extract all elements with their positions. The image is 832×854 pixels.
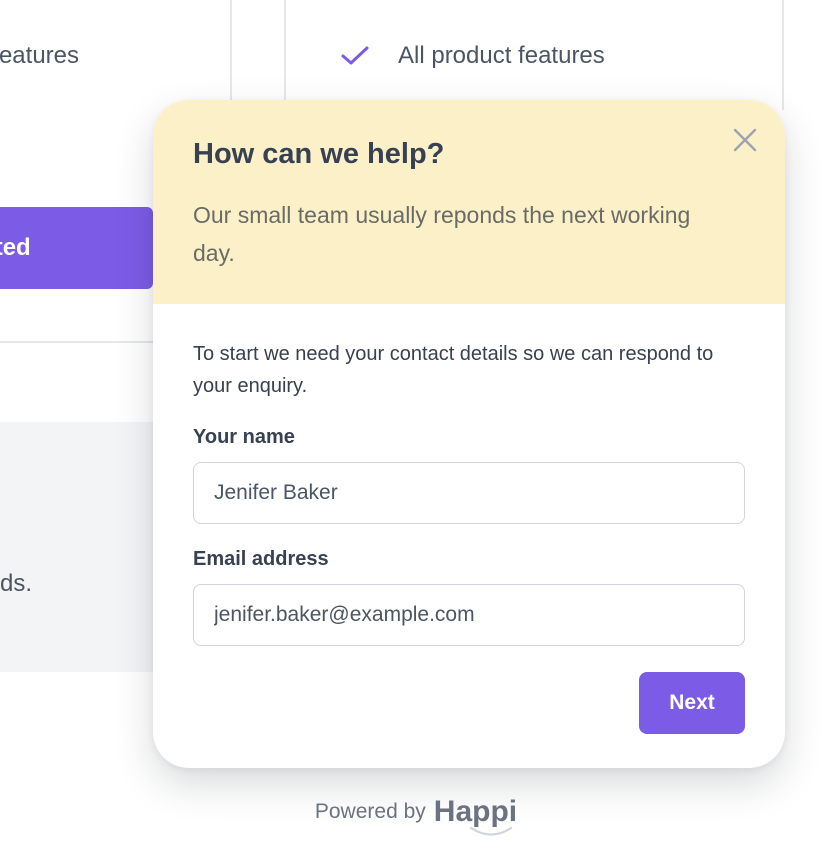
powered-by-label: Powered by	[314, 800, 426, 823]
column-divider-right	[782, 0, 784, 110]
widget-subtitle: Our small team usually reponds the next …	[193, 202, 691, 266]
page-background: features All product features Get starte…	[0, 0, 832, 854]
widget-header: How can we help? Our small team usually …	[153, 100, 785, 304]
name-input[interactable]	[193, 462, 745, 524]
brand-logo: Happi	[433, 795, 518, 836]
help-widget: How can we help? Our small team usually …	[153, 100, 785, 768]
smile-icon	[469, 826, 512, 836]
next-button[interactable]: Next	[639, 672, 745, 734]
feature-item-label: All product features	[398, 42, 605, 69]
widget-intro-text: To start we need your contact details so…	[193, 343, 714, 397]
email-label: Email address	[193, 548, 329, 570]
brand-name: Happi	[433, 795, 518, 828]
grey-panel-text: ds.	[0, 570, 33, 597]
close-icon	[733, 128, 757, 152]
close-button[interactable]	[729, 124, 761, 156]
feature-item: All product features	[340, 38, 605, 74]
email-input[interactable]	[193, 584, 745, 646]
name-label: Your name	[193, 426, 295, 448]
check-icon	[341, 46, 369, 65]
widget-title: How can we help?	[193, 138, 445, 170]
left-feature-text: features	[0, 42, 78, 69]
column-divider-middle	[284, 0, 286, 110]
get-started-button[interactable]: Get started	[0, 207, 153, 289]
grey-info-panel	[0, 422, 153, 672]
powered-by[interactable]: Powered by Happi	[0, 794, 832, 836]
